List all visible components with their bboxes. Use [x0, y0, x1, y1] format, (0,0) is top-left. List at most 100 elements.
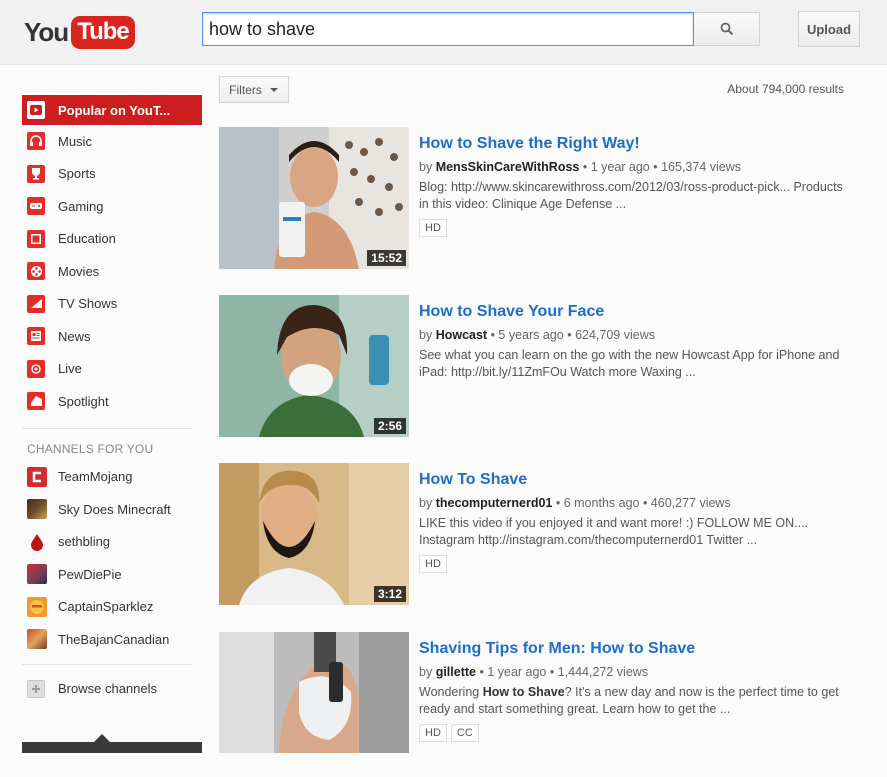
sidebar-item-label: Music — [58, 133, 92, 149]
video-thumbnail[interactable]: 3:12 — [219, 463, 409, 605]
channel-item-sethbling[interactable]: sethbling — [22, 526, 202, 559]
sidebar-item-label: Movies — [58, 263, 100, 279]
channel-avatar — [27, 596, 47, 617]
video-description: Blog: http://www.skincarewithross.com/20… — [419, 179, 849, 213]
channel-link[interactable]: Howcast — [436, 328, 487, 342]
sidebar-item-gaming[interactable]: Gaming — [22, 190, 202, 223]
by-label: by — [419, 160, 433, 174]
video-description: See what you can learn on the go with th… — [419, 347, 849, 381]
sidebar-divider — [22, 427, 192, 429]
sidebar-item-spotlight[interactable]: Spotlight — [22, 385, 202, 418]
filters-button[interactable]: Filters — [219, 76, 289, 103]
video-thumbnail[interactable]: 2:56 — [219, 295, 409, 437]
thumbnail-image — [219, 632, 409, 753]
meta-stats: • 1 year ago • 1,444,272 views — [479, 665, 649, 679]
channel-label: TeamMojang — [58, 469, 133, 485]
channel-link[interactable]: gillette — [436, 665, 476, 679]
channel-label: sethbling — [58, 534, 111, 550]
result-info: How To Shave by thecomputernerd01 • 6 mo… — [419, 469, 849, 573]
result-item: 3:12 How To Shave by thecomputernerd01 •… — [219, 463, 849, 608]
hd-badge: HD — [419, 724, 447, 742]
channel-label: Sky Does Minecraft — [58, 501, 171, 517]
channel-item-thebajancanadian[interactable]: TheBajanCanadian — [22, 623, 202, 656]
masthead: You Tube Upload — [0, 0, 887, 65]
result-info: How to Shave the Right Way! by MensSkinC… — [419, 133, 849, 237]
channel-avatar — [27, 466, 47, 487]
video-description: LIKE this video if you enjoyed it and wa… — [419, 515, 849, 549]
plus-icon — [27, 679, 45, 698]
description-line: ready and start something great. Learn h… — [419, 702, 731, 716]
sidebar-item-education[interactable]: Education — [22, 223, 202, 256]
trophy-icon — [27, 164, 45, 183]
live-icon — [27, 359, 45, 378]
filters-label: Filters — [229, 82, 262, 97]
video-thumbnail[interactable]: 15:52 — [219, 127, 409, 269]
by-label: by — [419, 496, 433, 510]
search-input[interactable] — [202, 12, 694, 46]
sidebar-item-tv-shows[interactable]: TV Shows — [22, 288, 202, 321]
cc-badge: CC — [450, 724, 479, 742]
search-button[interactable] — [694, 12, 760, 46]
channel-avatar — [27, 499, 47, 520]
channel-avatar — [27, 532, 47, 552]
sidebar-item-label: News — [58, 328, 91, 344]
channel-item-teammojang[interactable]: TeamMojang — [22, 461, 202, 494]
video-title[interactable]: Shaving Tips for Men: How to Shave — [419, 638, 849, 660]
sidebar-item-sports[interactable]: Sports — [22, 158, 202, 191]
description-line: in this video: Clinique Age Defense ... — [419, 197, 627, 211]
sidebar-item-news[interactable]: News — [22, 320, 202, 353]
channel-link[interactable]: thecomputernerd01 — [436, 496, 553, 510]
video-duration: 15:52 — [367, 250, 406, 266]
result-item: Shaving Tips for Men: How to Shave by gi… — [219, 632, 849, 777]
caret-down-icon — [269, 87, 278, 92]
browse-channels-label: Browse channels — [58, 681, 157, 696]
logo-you: You — [24, 16, 69, 47]
badge-row: HD — [419, 219, 849, 237]
sidebar-item-live[interactable]: Live — [22, 353, 202, 386]
browse-channels-link[interactable]: Browse channels — [22, 671, 202, 707]
sidebar-item-label: Sports — [58, 166, 96, 182]
guide-toggle-bar[interactable] — [22, 734, 202, 753]
thumbnail-image — [219, 463, 409, 605]
thumbnail-image — [219, 127, 409, 269]
video-duration: 2:56 — [373, 418, 406, 434]
video-thumbnail[interactable] — [219, 632, 409, 753]
upload-button[interactable]: Upload — [798, 11, 860, 47]
description-highlight: How to Shave — [482, 685, 565, 699]
channel-item-captainsparklez[interactable]: CaptainSparklez — [22, 591, 202, 624]
result-info: Shaving Tips for Men: How to Shave by gi… — [419, 638, 849, 742]
thumbnail-image — [219, 295, 409, 437]
guide-sidebar: Popular on YouT... Music Sports Gaming E… — [22, 95, 202, 707]
channel-link[interactable]: MensSkinCareWithRoss — [436, 160, 580, 174]
sidebar-item-music[interactable]: Music — [22, 125, 202, 158]
spotlight-icon — [27, 392, 45, 411]
meta-stats: • 6 months ago • 460,277 views — [555, 496, 731, 510]
youtube-logo[interactable]: You Tube — [24, 14, 135, 50]
description-line: LIKE this video if you enjoyed it and wa… — [419, 516, 809, 530]
channel-item-pewdiepie[interactable]: PewDiePie — [22, 558, 202, 591]
by-label: by — [419, 328, 433, 342]
video-title[interactable]: How To Shave — [419, 469, 849, 491]
badge-row: HD — [419, 555, 849, 573]
channel-avatar — [27, 564, 47, 585]
youtube-icon — [27, 101, 45, 119]
sidebar-item-label: Gaming — [58, 198, 104, 214]
description-line: iPad: http://bit.ly/11ZmFOu Watch more W… — [419, 365, 696, 379]
notch-arrow-icon — [94, 734, 110, 742]
result-item: 2:56 How to Shave Your Face by Howcast •… — [219, 295, 849, 440]
video-title[interactable]: How to Shave Your Face — [419, 301, 849, 323]
sidebar-divider — [22, 663, 192, 665]
channel-label: TheBajanCanadian — [58, 631, 170, 647]
video-meta: by Howcast • 5 years ago • 624,709 views — [419, 326, 849, 344]
meta-stats: • 1 year ago • 165,374 views — [582, 160, 741, 174]
description-line: Blog: http://www.skincarewithross.com/20… — [419, 180, 843, 194]
channel-label: CaptainSparklez — [58, 599, 154, 615]
channel-item-sky-does-minecraft[interactable]: Sky Does Minecraft — [22, 493, 202, 526]
video-meta: by thecomputernerd01 • 6 months ago • 46… — [419, 494, 849, 512]
sidebar-item-movies[interactable]: Movies — [22, 255, 202, 288]
video-title[interactable]: How to Shave the Right Way! — [419, 133, 849, 155]
channels-heading: CHANNELS FOR YOU — [27, 441, 154, 456]
logo-tube: Tube — [71, 15, 135, 49]
result-item: 15:52 How to Shave the Right Way! by Men… — [219, 127, 849, 272]
sidebar-item-popular[interactable]: Popular on YouT... — [22, 95, 202, 125]
